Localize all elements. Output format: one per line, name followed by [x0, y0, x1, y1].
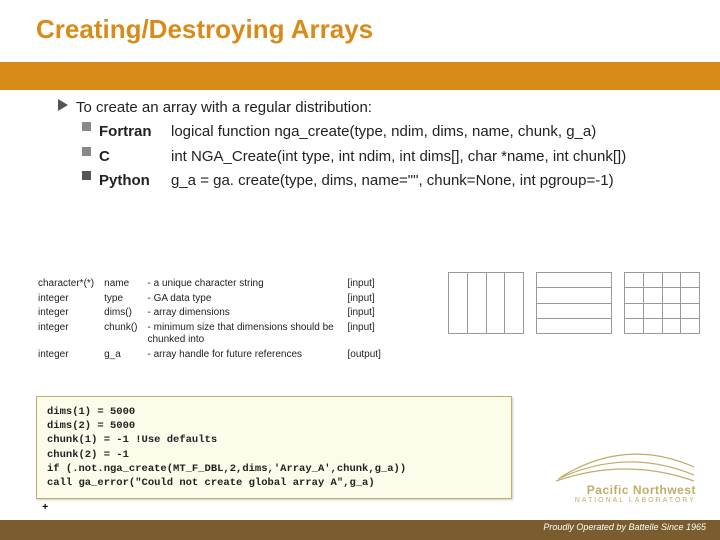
code-line: chunk(1) = -1 !Use defaults — [47, 433, 501, 447]
lang-signature: int NGA_Create(int type, int ndim, int d… — [171, 147, 698, 167]
lang-label: C — [99, 147, 171, 167]
logo-text: Pacific Northwest — [556, 483, 696, 497]
code-line: if (.not.nga_create(MT_F_DBL,2,dims,'Arr… — [47, 462, 501, 476]
code-example: dims(1) = 5000 dims(2) = 5000 chunk(1) =… — [36, 396, 512, 499]
footer-text: Proudly Operated by Battelle Since 1965 — [543, 522, 706, 532]
slide-title: Creating/Destroying Arrays — [36, 14, 373, 45]
table-row: integerchunk()- minimum size that dimens… — [38, 322, 389, 347]
accent-bar — [0, 62, 720, 90]
code-line: chunk(2) = -1 — [47, 448, 501, 462]
table-row: integerdims()- array dimensions[input] — [38, 307, 389, 320]
table-row: integertype- GA data type[input] — [38, 293, 389, 306]
lang-label: Python — [99, 171, 171, 191]
code-line: dims(2) = 5000 — [47, 419, 501, 433]
code-line: call ga_error("Could not create global a… — [47, 476, 501, 490]
bullet-square-icon — [82, 171, 91, 180]
lab-logo: Pacific Northwest NATIONAL LABORATORY — [556, 447, 696, 504]
lang-signature: g_a = ga. create(type, dims, name="", ch… — [171, 171, 698, 191]
intro-text: To create an array with a regular distri… — [76, 99, 372, 116]
bullet-triangle-icon — [58, 99, 68, 111]
bullet-square-icon — [82, 122, 91, 131]
grid-columns-icon — [448, 272, 524, 334]
table-row: character*(*)name- a unique character st… — [38, 278, 389, 291]
lang-label: Fortran — [99, 122, 171, 142]
main-content: To create an array with a regular distri… — [58, 98, 698, 191]
distribution-diagrams — [448, 272, 700, 334]
logo-subtext: NATIONAL LABORATORY — [556, 497, 696, 504]
parameter-table: character*(*)name- a unique character st… — [36, 276, 391, 363]
table-row: integerg_a- array handle for future refe… — [38, 349, 389, 362]
swoosh-icon — [556, 447, 696, 483]
grid-blocks-icon — [624, 272, 700, 334]
code-continuation-marker: + — [42, 502, 48, 514]
lang-signature: logical function nga_create(type, ndim, … — [171, 122, 698, 142]
bullet-square-icon — [82, 147, 91, 156]
code-line: dims(1) = 5000 — [47, 405, 501, 419]
footer-bar: Proudly Operated by Battelle Since 1965 — [0, 520, 720, 540]
grid-rows-icon — [536, 272, 612, 334]
